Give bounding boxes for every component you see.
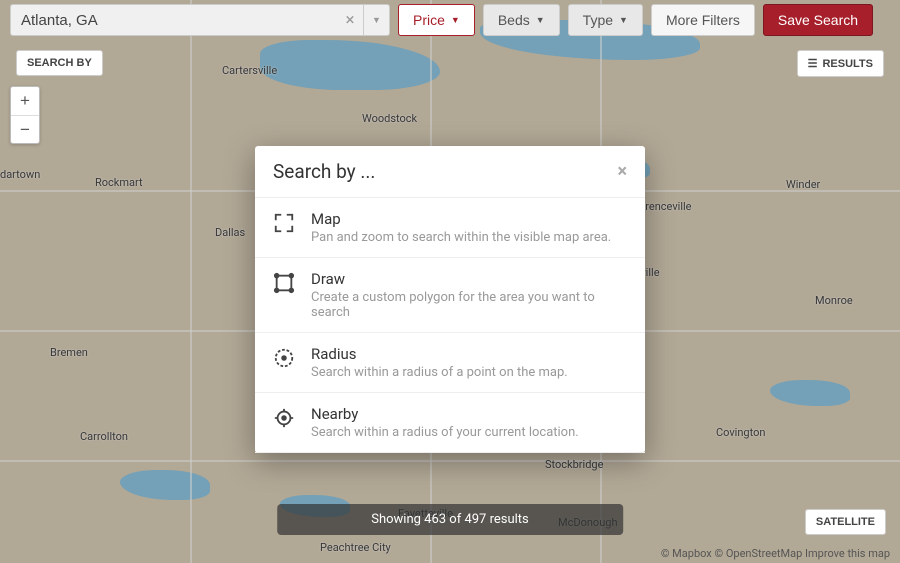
- option-desc: Create a custom polygon for the area you…: [311, 290, 627, 320]
- chevron-down-icon: ▼: [451, 15, 460, 25]
- option-desc: Search within a radius of a point on the…: [311, 365, 568, 380]
- option-desc: Pan and zoom to search within the visibl…: [311, 230, 611, 245]
- option-title: Map: [311, 210, 611, 228]
- chevron-down-icon: ▼: [536, 15, 545, 25]
- modal-header: Search by ... ×: [255, 146, 645, 198]
- results-button[interactable]: ☰ RESULTS: [797, 50, 884, 77]
- search-dropdown-toggle[interactable]: ▼: [363, 5, 389, 35]
- clear-icon[interactable]: ×: [337, 10, 363, 30]
- list-icon: ☰: [808, 57, 818, 70]
- zoom-in-button[interactable]: +: [11, 87, 39, 115]
- map-attribution: © Mapbox © OpenStreetMap Improve this ma…: [661, 547, 890, 560]
- option-title: Radius: [311, 345, 568, 363]
- radius-icon: [273, 347, 295, 369]
- more-filters-button[interactable]: More Filters: [651, 4, 755, 36]
- locate-icon: [273, 407, 295, 429]
- beds-label: Beds: [498, 12, 530, 28]
- save-search-button[interactable]: Save Search: [763, 4, 873, 36]
- option-title: Nearby: [311, 405, 579, 423]
- type-filter-button[interactable]: Type ▼: [568, 4, 643, 36]
- price-filter-button[interactable]: Price ▼: [398, 4, 475, 36]
- results-label: RESULTS: [822, 58, 873, 70]
- type-label: Type: [583, 12, 613, 28]
- search-option-nearby[interactable]: Nearby Search within a radius of your cur…: [255, 393, 645, 453]
- results-count-snackbar: Showing 463 of 497 results: [277, 504, 623, 535]
- search-option-map[interactable]: Map Pan and zoom to search within the vis…: [255, 198, 645, 258]
- satellite-toggle-button[interactable]: SATELLITE: [805, 509, 886, 535]
- option-desc: Search within a radius of your current l…: [311, 425, 579, 440]
- search-by-button[interactable]: SEARCH BY: [16, 50, 103, 76]
- zoom-out-button[interactable]: −: [11, 115, 39, 143]
- chevron-down-icon: ▼: [372, 15, 381, 26]
- expand-icon: [273, 212, 295, 234]
- close-icon[interactable]: ×: [617, 161, 627, 182]
- modal-title: Search by ...: [273, 160, 375, 183]
- polygon-icon: [273, 272, 295, 294]
- location-search: × ▼: [10, 4, 390, 36]
- location-input[interactable]: [11, 12, 337, 29]
- chevron-down-icon: ▼: [619, 15, 628, 25]
- search-option-draw[interactable]: Draw Create a custom polygon for the area…: [255, 258, 645, 333]
- search-option-radius[interactable]: Radius Search within a radius of a point …: [255, 333, 645, 393]
- beds-filter-button[interactable]: Beds ▼: [483, 4, 560, 36]
- price-label: Price: [413, 12, 445, 28]
- search-by-modal: Search by ... × Map Pan and zoom to searc…: [255, 146, 645, 453]
- option-title: Draw: [311, 270, 627, 288]
- top-toolbar: × ▼ Price ▼ Beds ▼ Type ▼ More Filters Save…: [10, 4, 890, 36]
- zoom-control: + −: [10, 86, 40, 144]
